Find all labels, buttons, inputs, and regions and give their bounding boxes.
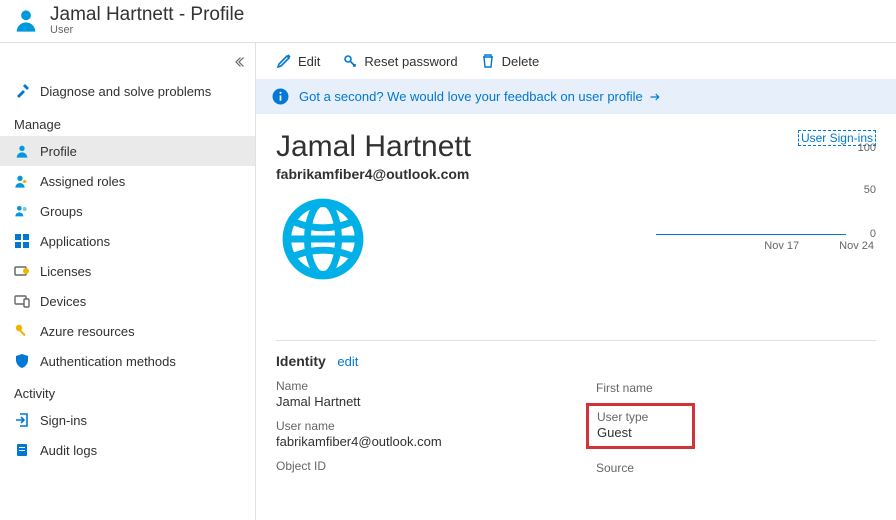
feedback-link[interactable]: Got a second? We would love your feedbac…	[299, 89, 661, 104]
license-icon	[14, 263, 30, 279]
sidebar-item-groups[interactable]: Groups	[0, 196, 255, 226]
arrow-right-icon	[649, 91, 661, 103]
sidebar-group-activity: Activity	[0, 376, 255, 405]
objectid-label: Object ID	[276, 459, 556, 473]
sidebar-group-manage: Manage	[0, 107, 255, 136]
sign-ins-chart[interactable]: User Sign-ins 100 50 0 Nov 17 Nov 24	[656, 126, 876, 266]
source-label: Source	[596, 461, 876, 475]
key-reset-icon	[342, 53, 358, 69]
button-label: Delete	[502, 54, 540, 69]
collapse-sidebar-button[interactable]	[0, 49, 255, 75]
sidebar-item-auth-methods[interactable]: Authentication methods	[0, 346, 255, 376]
sidebar-item-licenses[interactable]: Licenses	[0, 256, 255, 286]
user-icon	[14, 143, 30, 159]
usertype-value: Guest	[597, 425, 648, 440]
sidebar-item-label: Sign-ins	[40, 413, 87, 428]
page-title: Jamal Hartnett - Profile	[50, 4, 244, 26]
delete-button[interactable]: Delete	[480, 53, 540, 69]
feedback-info-bar[interactable]: Got a second? We would love your feedbac…	[256, 79, 896, 114]
usertype-label: User type	[597, 410, 648, 424]
firstname-label: First name	[596, 381, 876, 395]
page-header: Jamal Hartnett - Profile User	[0, 0, 896, 43]
sidebar-item-label: Assigned roles	[40, 174, 125, 189]
sidebar-item-assigned-roles[interactable]: Assigned roles	[0, 166, 255, 196]
sidebar-item-diagnose[interactable]: Diagnose and solve problems	[0, 75, 255, 107]
toolbar: Edit Reset password Delete	[256, 43, 896, 79]
sidebar-item-label: Devices	[40, 294, 86, 309]
profile-name: Jamal Hartnett	[276, 130, 636, 164]
sidebar-item-azure-resources[interactable]: Azure resources	[0, 316, 255, 346]
signin-icon	[14, 412, 30, 428]
edit-button[interactable]: Edit	[276, 53, 320, 69]
sidebar-item-profile[interactable]: Profile	[0, 136, 255, 166]
name-value: Jamal Hartnett	[276, 394, 556, 409]
sidebar-item-audit-logs[interactable]: Audit logs	[0, 435, 255, 465]
sidebar-item-devices[interactable]: Devices	[0, 286, 255, 316]
user-icon	[12, 6, 40, 34]
sidebar-item-applications[interactable]: Applications	[0, 226, 255, 256]
sidebar-item-label: Authentication methods	[40, 354, 176, 369]
sidebar-item-label: Profile	[40, 144, 77, 159]
sidebar-item-label: Licenses	[40, 264, 91, 279]
username-value: fabrikamfiber4@outlook.com	[276, 434, 556, 449]
pencil-icon	[276, 53, 292, 69]
sidebar-item-sign-ins[interactable]: Sign-ins	[0, 405, 255, 435]
log-icon	[14, 442, 30, 458]
devices-icon	[14, 293, 30, 309]
key-icon	[14, 323, 30, 339]
identity-section-title: Identity	[276, 353, 326, 369]
info-icon	[272, 88, 289, 105]
button-label: Reset password	[364, 54, 457, 69]
tools-icon	[14, 83, 30, 99]
name-label: Name	[276, 379, 556, 393]
sidebar-item-label: Audit logs	[40, 443, 97, 458]
user-role-icon	[14, 173, 30, 189]
reset-password-button[interactable]: Reset password	[342, 53, 457, 69]
groups-icon	[14, 203, 30, 219]
highlight-box: User type Guest	[586, 403, 695, 449]
trash-icon	[480, 53, 496, 69]
chart-axis: 100 50 0	[656, 136, 876, 236]
identity-edit-link[interactable]: edit	[337, 354, 358, 369]
main-content: Edit Reset password Delete Got a second?…	[256, 43, 896, 520]
sidebar-item-label: Diagnose and solve problems	[40, 84, 211, 99]
sidebar-item-label: Azure resources	[40, 324, 135, 339]
apps-icon	[14, 233, 30, 249]
sidebar-item-label: Applications	[40, 234, 110, 249]
shield-icon	[14, 353, 30, 369]
button-label: Edit	[298, 54, 320, 69]
chart-x-ticks: Nov 17 Nov 24	[656, 240, 876, 252]
sidebar: Diagnose and solve problems Manage Profi…	[0, 43, 256, 520]
username-label: User name	[276, 419, 556, 433]
profile-email: fabrikamfiber4@outlook.com	[276, 166, 636, 182]
globe-icon	[280, 196, 636, 282]
sidebar-item-label: Groups	[40, 204, 83, 219]
